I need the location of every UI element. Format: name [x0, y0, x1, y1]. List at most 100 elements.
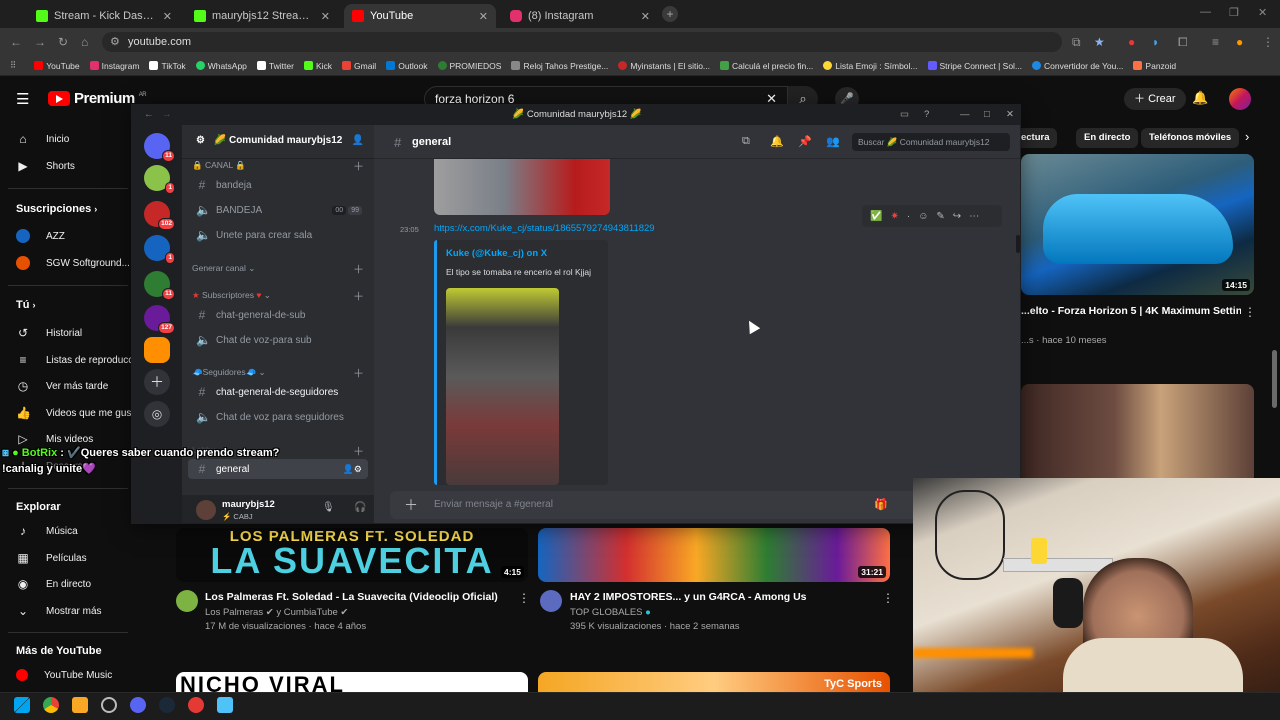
- add-server-icon[interactable]: ＋: [144, 369, 170, 395]
- tab-kick-dashboard[interactable]: Stream - Kick Dashboard ✕: [28, 4, 180, 28]
- close-icon[interactable]: ✕: [641, 10, 650, 23]
- channel-bandeja[interactable]: # bandeja: [188, 175, 368, 195]
- bookmark-item[interactable]: Convertidor de You...: [1032, 61, 1123, 71]
- close-icon[interactable]: ✕: [1006, 105, 1014, 125]
- home-icon[interactable]: ⌂: [81, 35, 88, 49]
- inbox-icon[interactable]: ▭: [900, 105, 909, 125]
- voice-channel-bandeja[interactable]: 🔈 BANDEJA 00 99: [188, 200, 368, 220]
- reload-icon[interactable]: ↻: [58, 35, 68, 49]
- windows-start-icon[interactable]: [14, 697, 30, 713]
- extension-icon[interactable]: ●: [1128, 35, 1135, 49]
- avatar[interactable]: [196, 500, 216, 520]
- more-options-icon[interactable]: ⋯: [969, 211, 979, 222]
- sidebar-item-channel[interactable]: SGW Softground...: [16, 256, 130, 270]
- video-thumbnail[interactable]: LOS PALMERAS FT. SOLEDAD LA SUAVECITA 4:…: [176, 528, 528, 582]
- tab-instagram[interactable]: (8) Instagram ✕: [502, 4, 658, 28]
- new-tab-button[interactable]: +: [662, 6, 678, 22]
- bookmark-item[interactable]: Twitter: [256, 61, 294, 71]
- close-icon[interactable]: ✕: [163, 10, 172, 23]
- avatar[interactable]: [1229, 88, 1251, 110]
- bookmark-item[interactable]: Panzoid: [1133, 61, 1176, 71]
- video-title[interactable]: Los Palmeras Ft. Soledad - La Suavecita …: [205, 591, 505, 603]
- reaction-icon[interactable]: ·: [907, 211, 910, 222]
- invite-icon[interactable]: 👤⚙: [343, 464, 362, 475]
- server-icon[interactable]: 1: [144, 235, 175, 264]
- bookmark-item[interactable]: Reloj Tahos Prestige...: [511, 61, 608, 71]
- microphone-icon[interactable]: 🎙: [322, 502, 335, 513]
- server-icon[interactable]: 11: [144, 271, 175, 300]
- channel-avatar[interactable]: [176, 590, 198, 612]
- minimize-icon[interactable]: —: [960, 105, 970, 125]
- channel-name[interactable]: Los Palmeras ✔ y CumbiaTube ✔: [205, 607, 348, 618]
- video-title[interactable]: ...elto - Forza Horizon 5 | 4K Maximum S…: [1021, 305, 1241, 317]
- bookmark-item[interactable]: Instagram: [89, 61, 139, 71]
- server-icon[interactable]: 127: [144, 305, 175, 334]
- tab-kick-stream[interactable]: maurybjs12 Stream - Watch Liv ✕: [186, 4, 338, 28]
- bookmark-item[interactable]: Calculá el precio fin...: [720, 61, 813, 71]
- back-icon[interactable]: ←: [10, 35, 22, 49]
- category-subs[interactable]: ★ Subscriptores ♥ ⌄: [192, 290, 271, 301]
- obs-icon[interactable]: [101, 697, 117, 713]
- sidebar-item-movies[interactable]: ▦ Películas: [16, 551, 86, 565]
- sidebar-item-shorts[interactable]: ▶ Shorts: [16, 159, 75, 173]
- headphones-icon[interactable]: 🎧: [354, 502, 366, 513]
- bookmark-item[interactable]: Outlook: [386, 61, 428, 71]
- threads-icon[interactable]: ⧉: [742, 135, 750, 148]
- you-header[interactable]: Tú ›: [16, 299, 36, 311]
- attach-plus-icon[interactable]: ＋: [404, 491, 418, 519]
- youtube-taskbar-icon[interactable]: [188, 697, 204, 713]
- more-options-icon[interactable]: ⋮: [882, 591, 894, 605]
- add-reaction-icon[interactable]: ☺: [918, 211, 928, 222]
- channel-chat-general-de-seguidores[interactable]: # chat-general-de-seguidores: [188, 382, 368, 402]
- bookmark-item[interactable]: Myinstants | El sitio...: [618, 61, 710, 71]
- sidebar-item-youtube-music[interactable]: YouTube Music: [16, 669, 112, 681]
- search-input[interactable]: Buscar 🌽 Comunidad maurybjs12: [852, 133, 1010, 151]
- reading-list-icon[interactable]: ≡: [1212, 35, 1219, 49]
- app-icon[interactable]: [217, 697, 233, 713]
- extensions-icon[interactable]: ⧠: [1178, 35, 1188, 50]
- bookmark-item[interactable]: TikTok: [149, 61, 186, 71]
- video-thumbnail[interactable]: 31:21: [538, 528, 890, 582]
- back-icon[interactable]: ←: [144, 105, 154, 125]
- plus-icon[interactable]: ＋: [353, 158, 364, 174]
- chevron-right-icon[interactable]: ›: [1245, 129, 1249, 144]
- bookmark-star-icon[interactable]: ★: [1094, 35, 1105, 49]
- sidebar-item-watch-later[interactable]: ◷ Ver más tarde: [16, 379, 109, 393]
- sidebar-item-music[interactable]: ♪ Música: [16, 524, 78, 538]
- server-icon-active[interactable]: [144, 337, 170, 363]
- help-icon[interactable]: ?: [924, 105, 929, 125]
- profile-icon[interactable]: ●: [1236, 35, 1243, 49]
- gift-icon[interactable]: 🎁: [874, 491, 888, 519]
- bookmark-item[interactable]: Stripe Connect | Sol...: [927, 61, 1022, 71]
- maximize-icon[interactable]: □: [984, 105, 990, 125]
- notifications-bell-icon[interactable]: 🔔: [1192, 90, 1208, 106]
- category-canal[interactable]: 🔒 CANAL 🔒: [192, 160, 246, 171]
- category-seguidores[interactable]: 🧢Seguidores🧢 ⌄: [192, 367, 266, 378]
- close-icon[interactable]: ✕: [479, 10, 488, 23]
- add-member-icon[interactable]: 👤: [352, 135, 364, 146]
- menu-dots-icon[interactable]: ⋮: [1262, 35, 1274, 49]
- sidebar-item-inicio[interactable]: ⌂ Inicio: [16, 132, 69, 146]
- direct-messages-icon[interactable]: 11: [144, 133, 175, 162]
- video-thumbnail[interactable]: [1021, 384, 1254, 484]
- pin-icon[interactable]: 📌: [798, 135, 812, 148]
- embed-video-thumbnail[interactable]: [446, 288, 559, 485]
- forward-icon[interactable]: →: [34, 35, 46, 49]
- forward-icon[interactable]: →: [162, 105, 172, 125]
- sidebar-item-playlists[interactable]: ≡ Listas de reproducc: [16, 353, 133, 367]
- message-image[interactable]: [434, 159, 610, 215]
- video-title[interactable]: HAY 2 IMPOSTORES... y un G4RCA - Among U…: [570, 591, 870, 603]
- site-info-icon[interactable]: ⚙: [110, 32, 120, 52]
- minimize-icon[interactable]: —: [1200, 6, 1211, 18]
- scrollbar[interactable]: [1016, 235, 1020, 253]
- plus-icon[interactable]: ＋: [353, 365, 364, 381]
- server-icon[interactable]: 1: [144, 165, 175, 194]
- voice-channel-seguidores[interactable]: 🔈 Chat de voz para seguidores: [188, 407, 368, 427]
- discover-icon[interactable]: ◎: [144, 401, 170, 427]
- plus-icon[interactable]: ＋: [353, 261, 364, 277]
- edit-icon[interactable]: ✎: [936, 211, 944, 222]
- notification-bell-icon[interactable]: 🔔: [770, 135, 784, 148]
- server-icon[interactable]: 102: [144, 201, 175, 230]
- chrome-icon[interactable]: [43, 697, 59, 713]
- more-options-icon[interactable]: ⋮: [518, 591, 530, 605]
